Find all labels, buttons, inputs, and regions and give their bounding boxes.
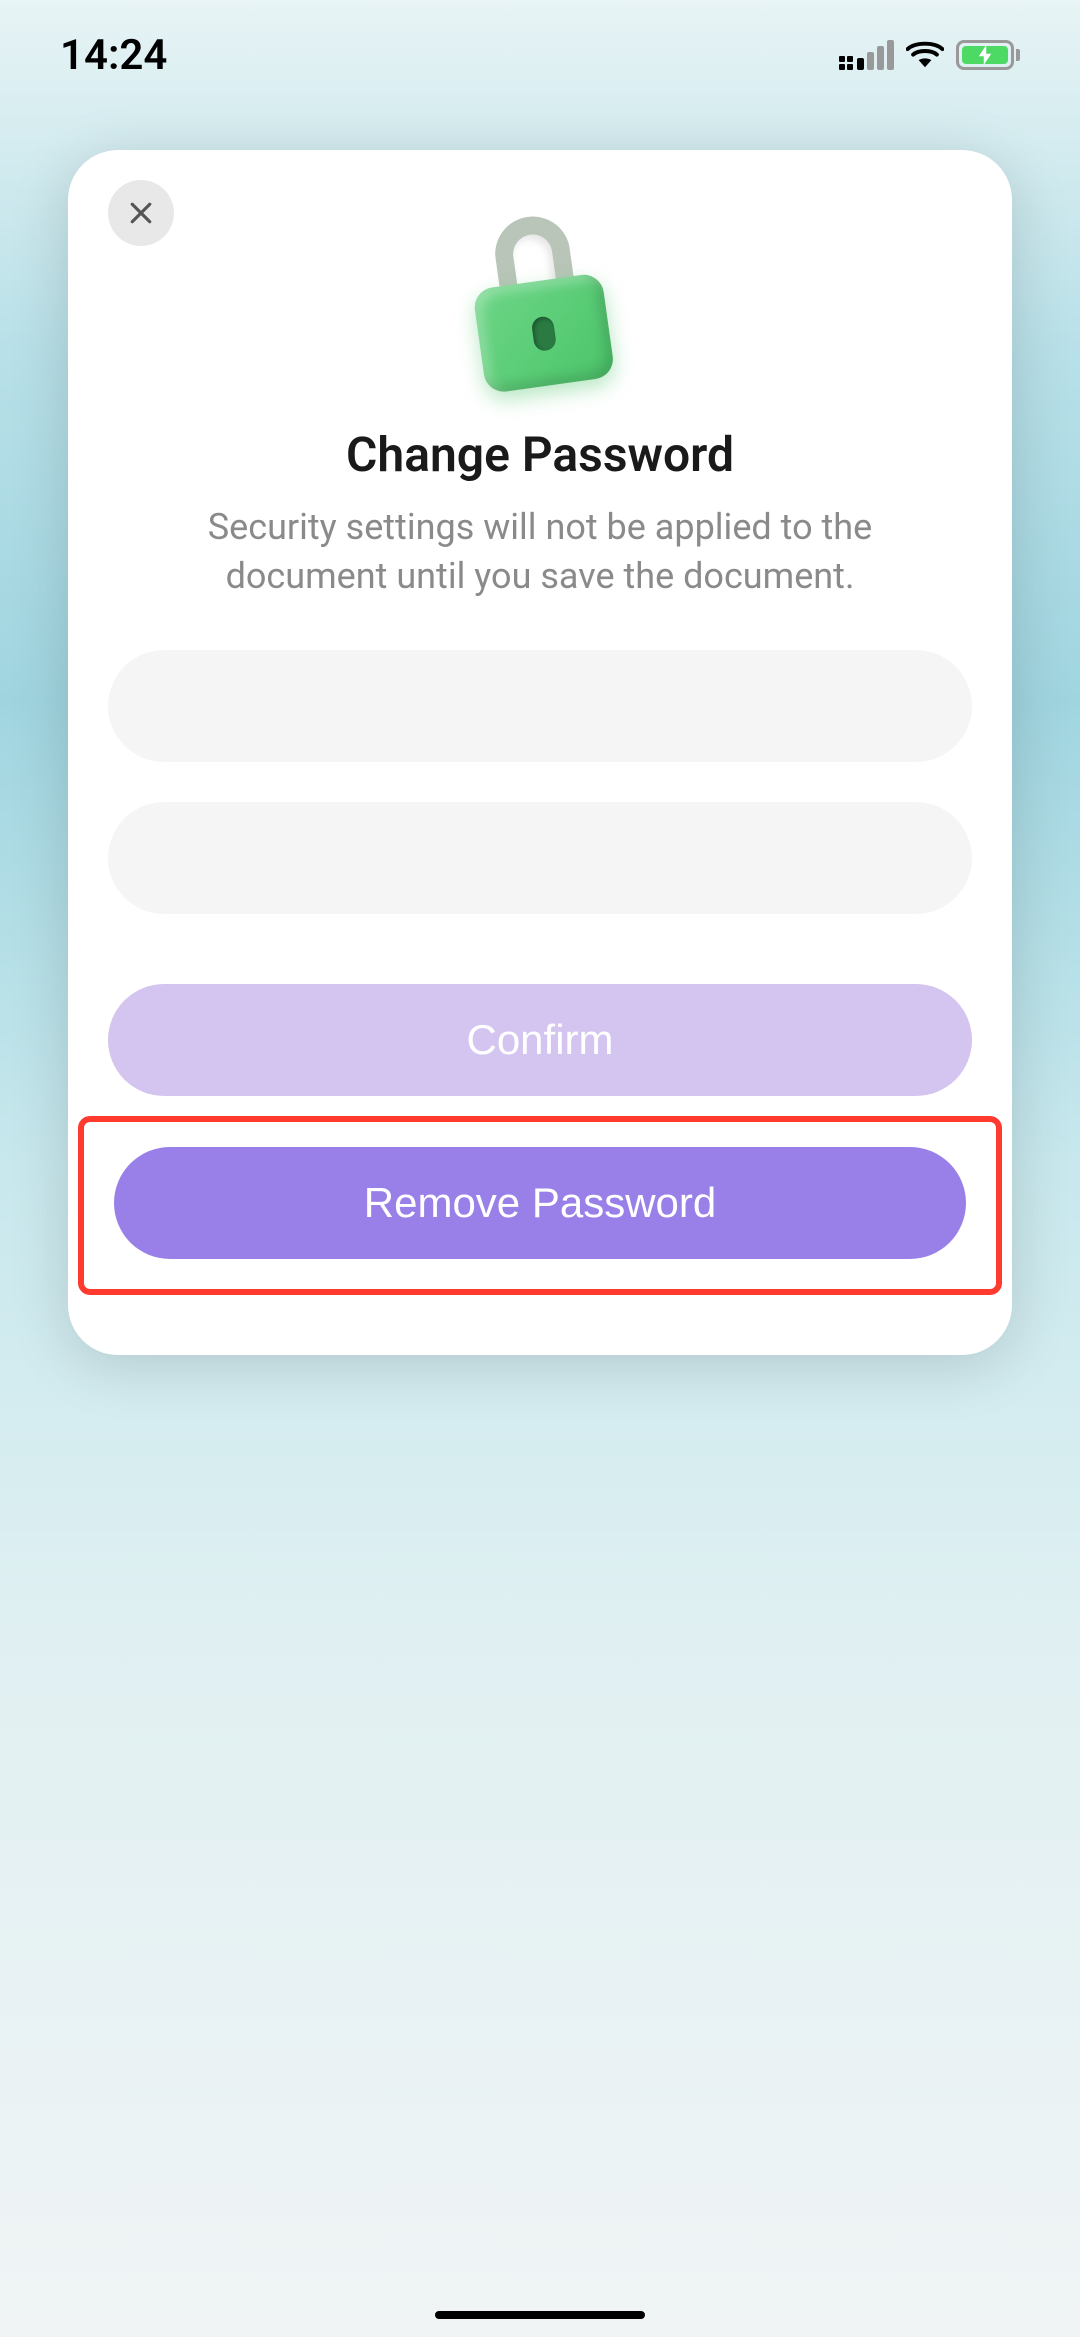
password-field[interactable] [108, 650, 972, 762]
confirm-password-field[interactable] [108, 802, 972, 914]
status-time: 14:24 [60, 31, 167, 80]
cellular-signal-icon [839, 40, 894, 70]
wifi-icon [906, 38, 944, 72]
battery-charging-icon [956, 40, 1020, 70]
change-password-modal: Change Password Security settings will n… [68, 150, 1012, 1355]
lock-illustration [108, 216, 972, 396]
confirm-button[interactable]: Confirm [108, 984, 972, 1096]
lock-icon [448, 206, 631, 407]
remove-password-button[interactable]: Remove Password [114, 1147, 966, 1259]
modal-title: Change Password [108, 426, 972, 483]
status-bar: 14:24 [0, 0, 1080, 110]
status-icons [839, 38, 1020, 72]
annotation-highlight: Remove Password [78, 1116, 1002, 1295]
home-indicator[interactable] [435, 2311, 645, 2319]
close-icon [126, 198, 156, 228]
modal-subtitle: Security settings will not be applied to… [108, 503, 972, 600]
